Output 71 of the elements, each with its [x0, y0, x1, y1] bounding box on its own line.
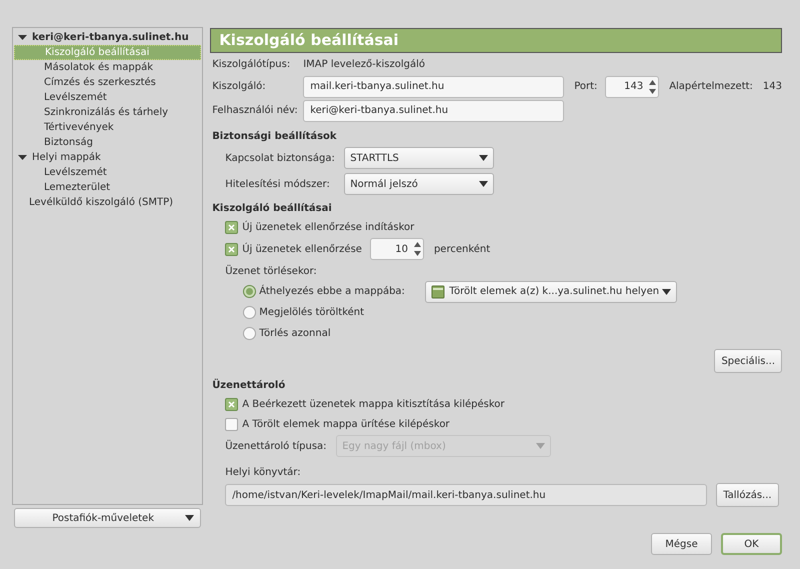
account-actions-button[interactable]: Postafiók-műveletek	[14, 508, 202, 528]
caret-icon	[662, 288, 672, 294]
radio-button[interactable]	[243, 285, 256, 298]
field-label: Hitelesítési módszer:	[225, 178, 331, 192]
field-label: Helyi könyvtár:	[225, 466, 302, 480]
radio-button[interactable]	[243, 306, 256, 319]
spinner-arrows-icon	[648, 78, 658, 96]
tree-item[interactable]: Másolatok és mappák	[14, 60, 202, 75]
radio-label: Áthelyezés ebbe a mappába:	[259, 284, 406, 299]
default-port: 143	[762, 80, 782, 94]
button[interactable]: Speciális...	[714, 349, 782, 373]
tree-item[interactable]: Szinkronizálás és tárhely	[14, 105, 202, 120]
tree-item[interactable]: Levélszemét	[14, 165, 202, 180]
tree-item[interactable]: Levélszemét	[14, 90, 202, 105]
checkbox[interactable]	[225, 220, 238, 234]
radio-label: Törlés azonnal	[259, 327, 331, 341]
check-icon	[228, 224, 236, 230]
dropdown[interactable]: Törölt elemek a(z) k...ya.sulinet.hu helyen	[425, 280, 678, 302]
checkbox[interactable]	[225, 418, 238, 430]
caret-icon	[185, 515, 194, 521]
tree-item[interactable]: Helyi mappák	[14, 150, 202, 165]
field-label: Kiszolgáló:	[212, 80, 267, 94]
tree-item[interactable]: Tértivevények	[14, 120, 202, 135]
checkbox-label: A Törölt elemek mappa ürítése kilépéskor	[242, 418, 450, 432]
dropdown[interactable]: STARTTLS	[344, 147, 494, 169]
spin-field[interactable]: 10	[370, 238, 424, 260]
section-heading: Kiszolgáló beállításai	[212, 202, 333, 216]
field-label: Alapértelmezett:	[669, 80, 753, 94]
field-label: Port:	[574, 80, 598, 94]
tree-item[interactable]: Biztonság	[14, 135, 202, 150]
caret-icon	[479, 181, 488, 187]
text-field[interactable]: mail.keri-tbanya.sulinet.hu	[303, 76, 564, 98]
checkbox-label: A Beérkezett üzenetek mappa kitisztítása kilépéskor	[242, 398, 505, 412]
text-field[interactable]: /home/istvan/Keri-levelek/ImapMail/mail.keri-tbanya.sulinet.hu	[225, 484, 708, 506]
spinner-arrows-icon	[412, 240, 422, 258]
server-type: IMAP levelező-kiszolgáló	[303, 58, 426, 72]
checkbox-label: Új üzenetek ellenőrzése indításkor	[242, 220, 414, 234]
section-heading: Biztonsági beállítások	[212, 130, 338, 144]
check-icon	[228, 246, 236, 252]
expander-icon	[18, 33, 27, 42]
dropdown-value: Törölt elemek a(z) k...ya.sulinet.hu helyen	[449, 285, 660, 299]
expander-icon	[18, 153, 27, 162]
text-field[interactable]: keri@keri-tbanya.sulinet.hu	[303, 100, 564, 122]
button[interactable]: Tallózás...	[716, 483, 779, 507]
field-label: Üzenet törlésekor:	[225, 264, 318, 278]
radio-button[interactable]	[243, 327, 256, 340]
dropdown[interactable]: Normál jelszó	[344, 173, 494, 195]
dialog-button[interactable]: Mégse	[651, 533, 712, 555]
page-title: Kiszolgáló beállításai	[210, 28, 782, 53]
section-heading: Üzenettároló	[212, 378, 286, 392]
check-icon	[228, 400, 236, 408]
dialog-button[interactable]: OK	[721, 533, 782, 555]
spin-field[interactable]: 143	[605, 76, 660, 98]
caret-icon	[479, 155, 488, 161]
field-label: percenként	[434, 242, 490, 256]
field-label: Kiszolgálótípus:	[212, 58, 292, 72]
caret-icon	[536, 443, 546, 449]
tree-item[interactable]: Címzés és szerkesztés	[14, 75, 202, 90]
checkbox-label: Új üzenetek ellenőrzése	[242, 242, 362, 256]
field-label: Üzenettároló típusa:	[225, 438, 328, 454]
tree-item[interactable]: keri@keri-tbanya.sulinet.hu	[14, 30, 202, 45]
radio-label: Megjelölés töröltként	[259, 306, 364, 320]
field-label: Kapcsolat biztonsága:	[225, 152, 336, 166]
checkbox[interactable]	[225, 398, 238, 410]
dropdown-value: STARTTLS	[350, 152, 399, 166]
tree-item[interactable]: Levélküldő kiszolgáló (SMTP)	[14, 195, 202, 210]
dropdown-value: Normál jelszó	[350, 178, 418, 192]
checkbox[interactable]	[225, 242, 238, 256]
field-label: Felhasználói név:	[212, 104, 299, 118]
tree-item[interactable]: Lemezterület	[14, 180, 202, 195]
folder-icon	[431, 284, 446, 298]
